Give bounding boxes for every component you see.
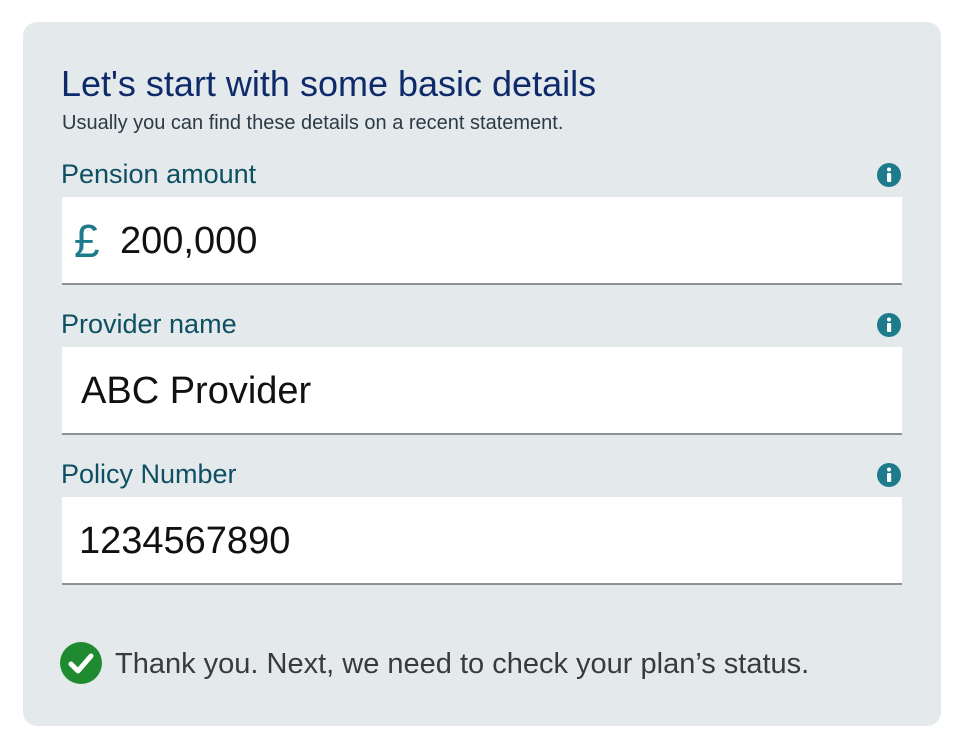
pension-amount-label: Pension amount (61, 159, 257, 189)
basic-details-panel: Let's start with some basic details Usua… (23, 22, 941, 726)
provider-name-field[interactable]: ABC Provider (62, 347, 902, 435)
info-icon[interactable] (877, 163, 901, 187)
provider-name-label: Provider name (61, 309, 237, 339)
policy-number-value[interactable]: 1234567890 (79, 519, 290, 563)
policy-number-label: Policy Number (61, 459, 237, 489)
info-icon[interactable] (877, 463, 901, 487)
pension-amount-value[interactable]: 200,000 (120, 219, 257, 263)
pound-currency-prefix: £ (74, 215, 100, 267)
page-title: Let's start with some basic details (61, 63, 597, 104)
info-icon[interactable] (877, 313, 901, 337)
pension-amount-field[interactable]: £ 200,000 (62, 197, 902, 285)
policy-number-field[interactable]: 1234567890 (62, 497, 902, 585)
provider-name-value[interactable]: ABC Provider (81, 369, 311, 413)
check-circle-icon (60, 642, 102, 684)
status-text: Thank you. Next, we need to check your p… (115, 648, 810, 680)
page-subtitle: Usually you can find these details on a … (62, 112, 564, 134)
